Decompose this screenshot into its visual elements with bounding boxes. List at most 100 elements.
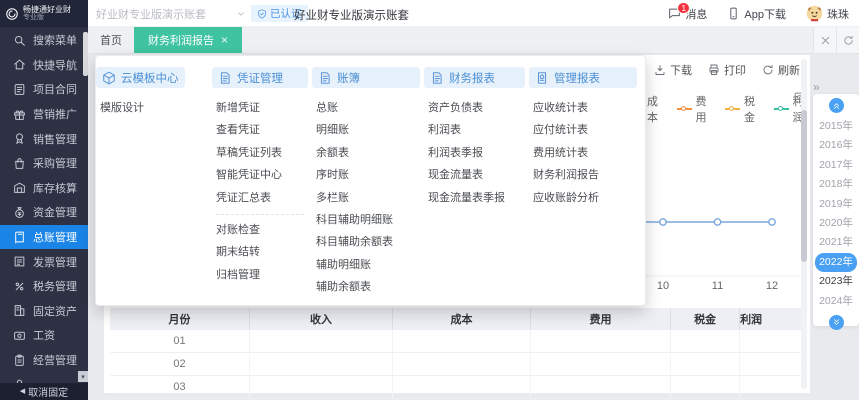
sidebar-item-label: 工资 <box>33 330 55 343</box>
table-row: 01 <box>110 330 807 353</box>
sidebar-item-label: 固定资产 <box>33 305 77 318</box>
tab-close-icon[interactable]: × <box>221 34 228 46</box>
menu-item[interactable]: 现金流量表 <box>428 164 525 186</box>
table-row: 03 <box>110 376 807 399</box>
menu-item-list: 新增凭证 查看凭证 草稿凭证列表 智能凭证中心 凭证汇总表 <box>212 97 308 209</box>
tab-label: 财务利润报告 <box>148 35 214 47</box>
sidebar-scrollbar-thumb[interactable] <box>83 32 88 76</box>
year-item[interactable]: 2016年 <box>813 136 859 155</box>
table-cell <box>531 353 672 375</box>
sidebar-item-label: 搜索菜单 <box>33 35 77 48</box>
sidebar-item[interactable]: 营销推广 <box>0 102 88 127</box>
menu-item[interactable]: 应收统计表 <box>533 97 637 119</box>
year-scroll-down-button[interactable] <box>828 315 844 331</box>
year-item[interactable]: 2019年 <box>813 195 859 214</box>
menu-item[interactable]: 财务利润报告 <box>533 164 637 186</box>
menu-item[interactable]: 费用统计表 <box>533 142 637 164</box>
print-button[interactable]: 打印 <box>708 62 746 78</box>
tax-icon <box>13 280 26 293</box>
sidebar-scroll-down-button[interactable]: ▾ <box>78 371 88 382</box>
year-item[interactable]: 2015年 <box>813 117 859 136</box>
menu-item[interactable]: 智能凭证中心 <box>216 164 308 186</box>
menu-item[interactable]: 模版设计 <box>100 97 185 119</box>
menu-item[interactable]: 应收账龄分析 <box>533 187 637 209</box>
tab-financial-profit-report[interactable]: 财务利润报告 × <box>134 27 243 53</box>
menu-item[interactable]: 科目辅助余额表 <box>316 231 420 253</box>
menu-item[interactable]: 凭证汇总表 <box>216 187 308 209</box>
sidebar-item[interactable]: 经营管理 <box>0 348 88 373</box>
menu-item[interactable]: 辅助余额表 <box>316 276 420 298</box>
menu-item[interactable]: 查看凭证 <box>216 119 308 141</box>
menu-item[interactable]: 余额表 <box>316 142 420 164</box>
legend-item[interactable]: 税金 <box>725 93 762 125</box>
legend-item[interactable]: 费用 <box>676 93 714 125</box>
year-panel-collapse-icon[interactable]: » <box>813 80 820 94</box>
menu-item[interactable]: 草稿凭证列表 <box>216 142 308 164</box>
sidebar-item[interactable]: 采购管理 <box>0 151 88 176</box>
refresh-button[interactable]: 刷新 <box>762 62 800 78</box>
menu-column: 财务报表 资产负债表 利润表 利润表季报 现金流量表 现金流量表季报 <box>424 67 525 209</box>
year-item[interactable]: 2024年 <box>813 292 859 311</box>
bag-icon <box>13 157 26 170</box>
sidebar-item-label: 库存核算 <box>33 182 77 195</box>
table-row: 02 <box>110 353 807 376</box>
year-item[interactable]: 2018年 <box>813 175 859 194</box>
menu-item[interactable]: 科目辅助明细账 <box>316 209 420 231</box>
sidebar-item[interactable]: 销售管理 <box>0 126 88 151</box>
menu-item[interactable]: 期末结转 <box>216 241 308 263</box>
menu-item[interactable]: 新增凭证 <box>216 97 308 119</box>
menu-item[interactable]: 对账检查 <box>216 219 308 241</box>
menu-item[interactable]: 序时账 <box>316 164 420 186</box>
app-edition: 专业版 <box>23 14 44 21</box>
sidebar-item[interactable] <box>0 372 88 383</box>
sidebar-item[interactable]: 项目合同 <box>0 77 88 102</box>
download-icon <box>654 64 666 76</box>
menu-item[interactable]: 应付统计表 <box>533 119 637 141</box>
sidebar-item[interactable]: 发票管理 <box>0 249 88 274</box>
legend-marker <box>725 105 740 113</box>
menu-item[interactable]: 资产负债表 <box>428 97 525 119</box>
sidebar-item[interactable]: 工资 <box>0 323 88 348</box>
tabbar-actions <box>813 27 859 53</box>
menu-item[interactable]: 现金流量表季报 <box>428 187 525 209</box>
year-item[interactable]: 2017年 <box>813 156 859 175</box>
menu-item[interactable]: 多栏账 <box>316 187 420 209</box>
sidebar-item[interactable]: 固定资产 <box>0 299 88 324</box>
avatar <box>806 5 823 22</box>
sidebar-item[interactable]: 总账管理 <box>0 224 88 250</box>
unpin-sidebar-button[interactable]: ◀ 取消固定 <box>0 383 88 400</box>
panel-scrollbar-thumb[interactable] <box>801 110 807 262</box>
menu-item[interactable]: 利润表 <box>428 119 525 141</box>
table-header-cell: 成本 <box>393 308 531 330</box>
sidebar-item[interactable]: 资金管理 <box>0 200 88 225</box>
menu-item[interactable]: 利润表季报 <box>428 142 525 164</box>
year-item[interactable]: 2023年 <box>813 272 859 291</box>
close-all-tabs-button[interactable] <box>813 27 836 53</box>
year-scroll-up-button[interactable] <box>828 98 844 113</box>
refresh-icon <box>843 35 854 46</box>
year-item[interactable]: 2022年 <box>813 252 859 273</box>
user-menu[interactable]: 珠珠 <box>806 5 849 22</box>
year-item[interactable]: 2020年 <box>813 214 859 233</box>
tab-home[interactable]: 首页 <box>88 27 134 53</box>
ledger-icon <box>13 231 26 244</box>
messages-button[interactable]: 1 消息 <box>668 1 707 22</box>
menu-item[interactable]: 归档管理 <box>216 264 308 286</box>
download-button[interactable]: 下载 <box>654 62 692 78</box>
sheets-icon <box>430 71 444 85</box>
menu-item[interactable]: 总账 <box>316 97 420 119</box>
sidebar-item[interactable]: 快捷导航 <box>0 53 88 78</box>
refresh-tab-button[interactable] <box>836 27 859 53</box>
app-download-button[interactable]: App下载 <box>727 6 786 22</box>
sidebar-item[interactable]: 税务管理 <box>0 274 88 299</box>
svg-text:11: 11 <box>712 280 723 292</box>
year-item[interactable]: 2021年 <box>813 233 859 252</box>
menu-item[interactable]: 明细账 <box>316 119 420 141</box>
legend-marker <box>676 105 692 113</box>
double-chevron-down-icon <box>832 318 841 327</box>
account-set-select[interactable]: 好业财专业版演示账套 <box>96 0 246 27</box>
sidebar-item[interactable]: 搜索菜单 <box>0 28 88 53</box>
menu-item[interactable]: 辅助明细账 <box>316 254 420 276</box>
legend-label: 费用 <box>695 96 707 124</box>
sidebar-item[interactable]: 库存核算 <box>0 176 88 201</box>
